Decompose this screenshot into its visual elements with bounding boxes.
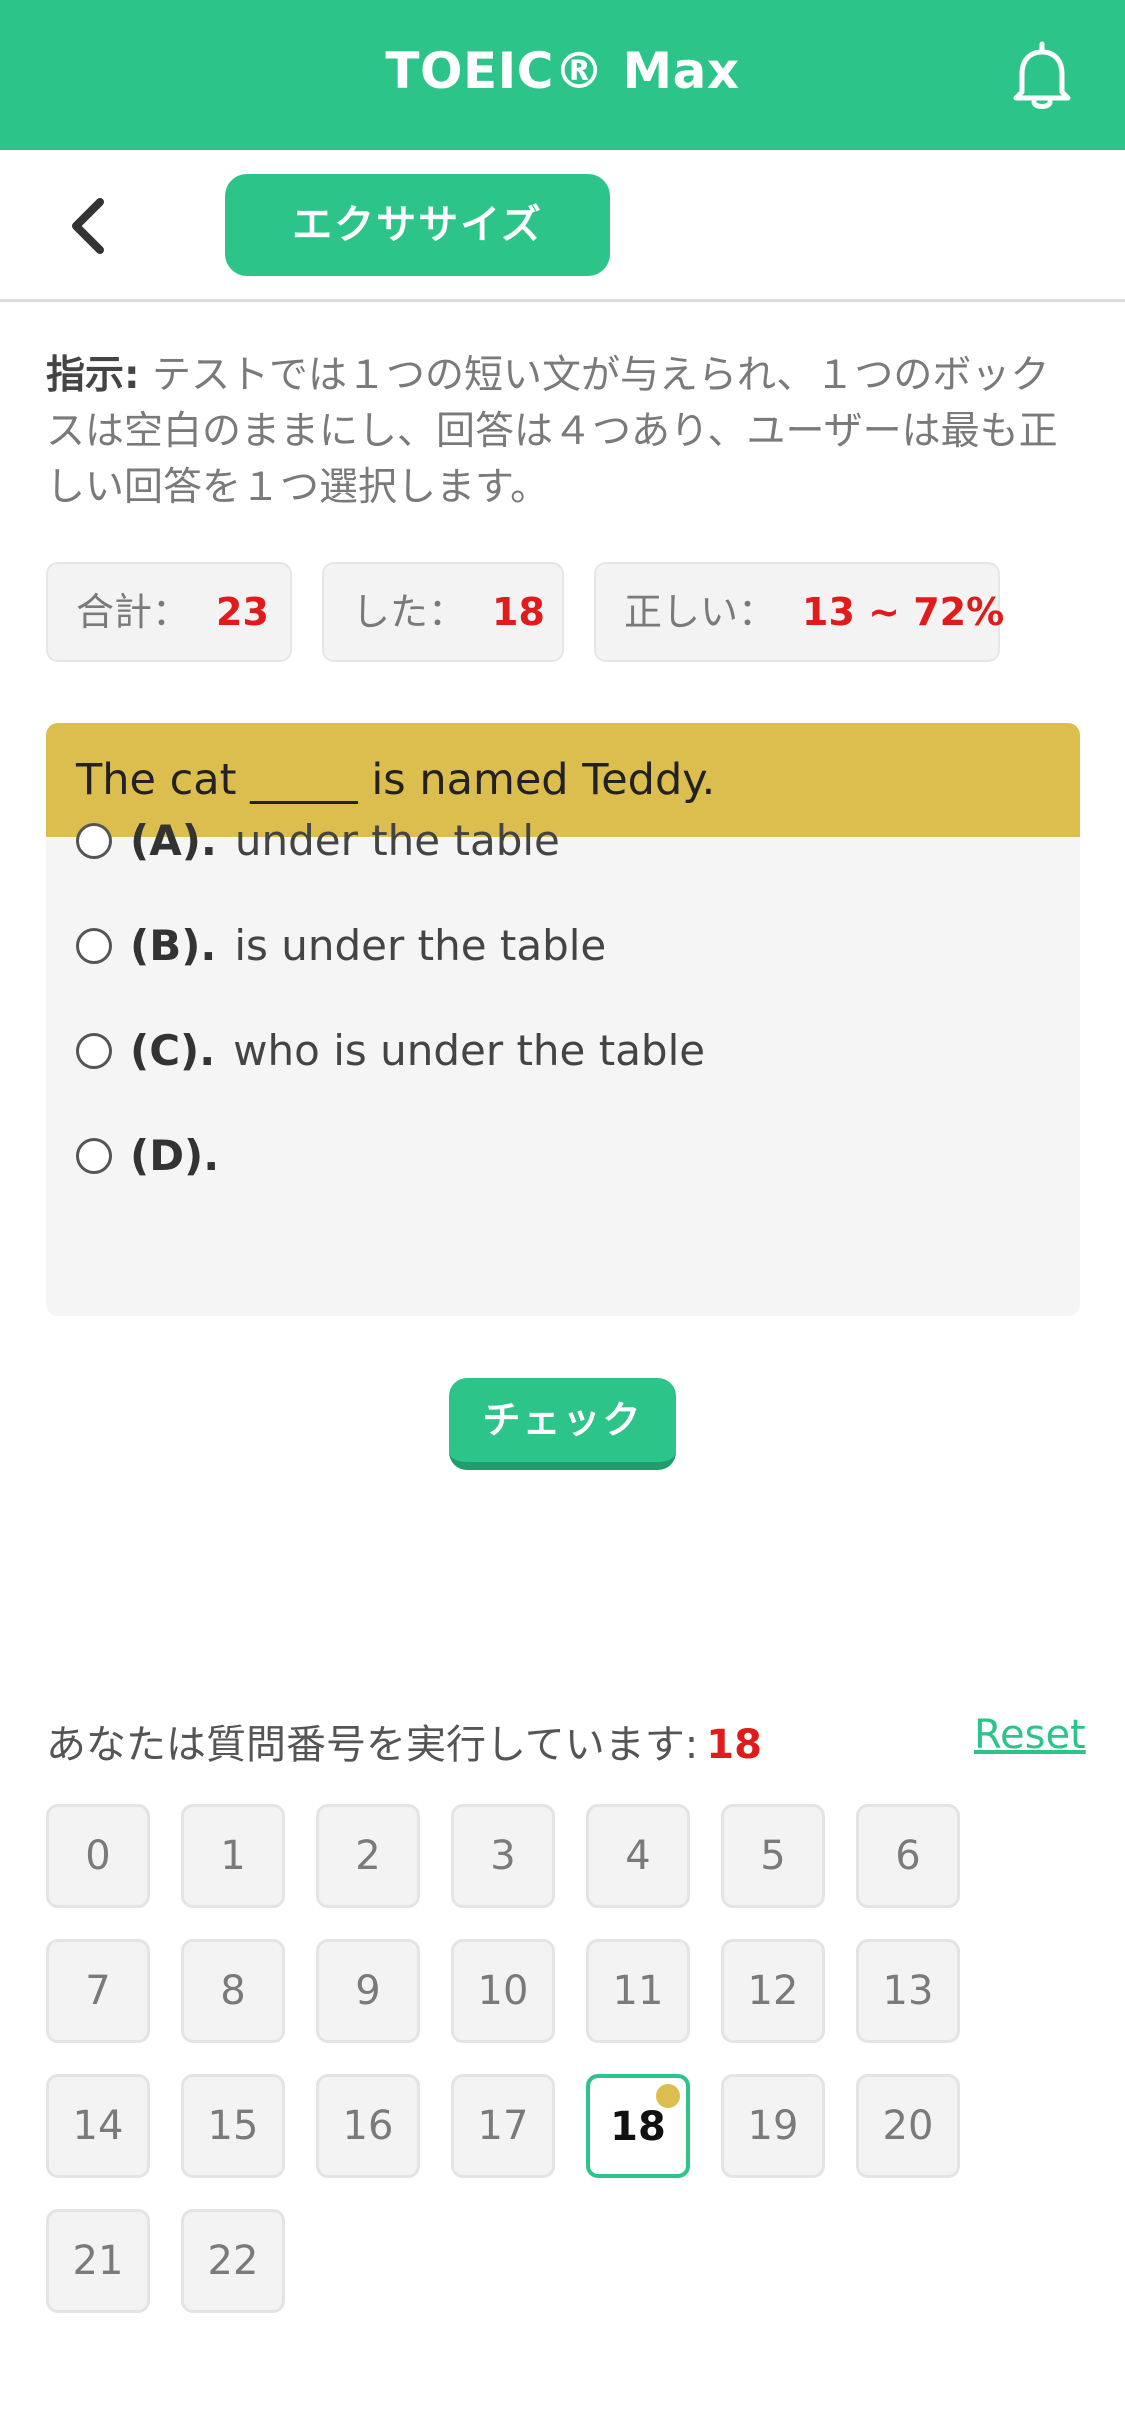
option-letter: (B).	[130, 921, 217, 970]
question-number-label: 18	[610, 2104, 666, 2150]
option-d[interactable]: (D).	[76, 1121, 237, 1191]
question-number-3[interactable]: 3	[451, 1804, 555, 1908]
question-number-15[interactable]: 15	[181, 2074, 285, 2178]
progress-label: あなたは質問番号を実行しています: 18	[46, 1712, 762, 1770]
reset-link[interactable]: Reset	[974, 1712, 1086, 1758]
option-a[interactable]: (A). under the table	[76, 806, 560, 876]
question-number-14[interactable]: 14	[46, 2074, 150, 2178]
instructions-text: テストでは１つの短い文が与えられ、１つのボックスは空白のままにし、回答は４つあり…	[46, 353, 1058, 510]
question-number-6[interactable]: 6	[856, 1804, 960, 1908]
question-number-9[interactable]: 9	[316, 1939, 420, 2043]
stat-total-value: 23	[216, 590, 269, 634]
stat-correct-label: 正しい：	[624, 590, 777, 634]
question-number-1[interactable]: 1	[181, 1804, 285, 1908]
question-number-18-current[interactable]: 18	[586, 2074, 690, 2178]
radio-button[interactable]	[76, 1137, 112, 1174]
current-indicator-dot	[656, 2084, 680, 2108]
option-b[interactable]: (B). is under the table	[76, 911, 606, 981]
stat-correct-value: 13 ~ 72%	[802, 590, 1005, 634]
stat-correct: 正しい： 13 ~ 72%	[594, 562, 1004, 662]
option-letter: (C).	[130, 1026, 216, 1075]
radio-button[interactable]	[76, 927, 112, 964]
instructions-label: 指示:	[46, 353, 140, 398]
question-number-7[interactable]: 7	[46, 1939, 150, 2043]
question-number-4[interactable]: 4	[586, 1804, 690, 1908]
stat-done: した： 18	[322, 562, 564, 662]
option-text: is under the table	[234, 921, 607, 970]
stat-total: 合計： 23	[46, 562, 292, 662]
option-c[interactable]: (C). who is under the table	[76, 1016, 705, 1086]
radio-button[interactable]	[76, 822, 112, 859]
question-number-21[interactable]: 21	[46, 2209, 150, 2313]
question-number-5[interactable]: 5	[721, 1804, 825, 1908]
question-number-17[interactable]: 17	[451, 2074, 555, 2178]
option-text: under the table	[234, 816, 560, 865]
question-number-20[interactable]: 20	[856, 2074, 960, 2178]
option-letter: (A).	[130, 816, 217, 865]
question-card: The cat _____ is named Teddy. (A). under …	[46, 723, 1080, 1316]
stat-done-value: 18	[492, 590, 545, 634]
question-number-19[interactable]: 19	[721, 2074, 825, 2178]
app-header: TOEIC® Max	[0, 0, 1125, 150]
tab-exercise[interactable]: エクササイズ	[225, 174, 610, 276]
stat-total-label: 合計：	[76, 590, 191, 634]
question-number-0[interactable]: 0	[46, 1804, 150, 1908]
current-question-number: 18	[706, 1722, 762, 1768]
bell-icon[interactable]	[1010, 40, 1074, 112]
progress-text: あなたは質問番号を実行しています:	[46, 1722, 699, 1768]
stat-done-label: した：	[352, 590, 467, 634]
question-number-13[interactable]: 13	[856, 1939, 960, 2043]
app-title: TOEIC® Max	[385, 42, 740, 100]
question-number-8[interactable]: 8	[181, 1939, 285, 2043]
radio-button[interactable]	[76, 1032, 112, 1069]
check-button[interactable]: チェック	[449, 1378, 676, 1470]
question-number-12[interactable]: 12	[721, 1939, 825, 2043]
question-number-2[interactable]: 2	[316, 1804, 420, 1908]
question-number-22[interactable]: 22	[181, 2209, 285, 2313]
back-arrow-icon[interactable]	[60, 190, 120, 262]
question-number-10[interactable]: 10	[451, 1939, 555, 2043]
question-number-11[interactable]: 11	[586, 1939, 690, 2043]
instructions: 指示: テストでは１つの短い文が与えられ、１つのボックスは空白のままにし、回答は…	[46, 348, 1086, 516]
option-text: who is under the table	[233, 1026, 706, 1075]
question-number-16[interactable]: 16	[316, 2074, 420, 2178]
sub-navigation-bar: エクササイズ	[0, 150, 1125, 302]
option-letter: (D).	[130, 1131, 220, 1180]
